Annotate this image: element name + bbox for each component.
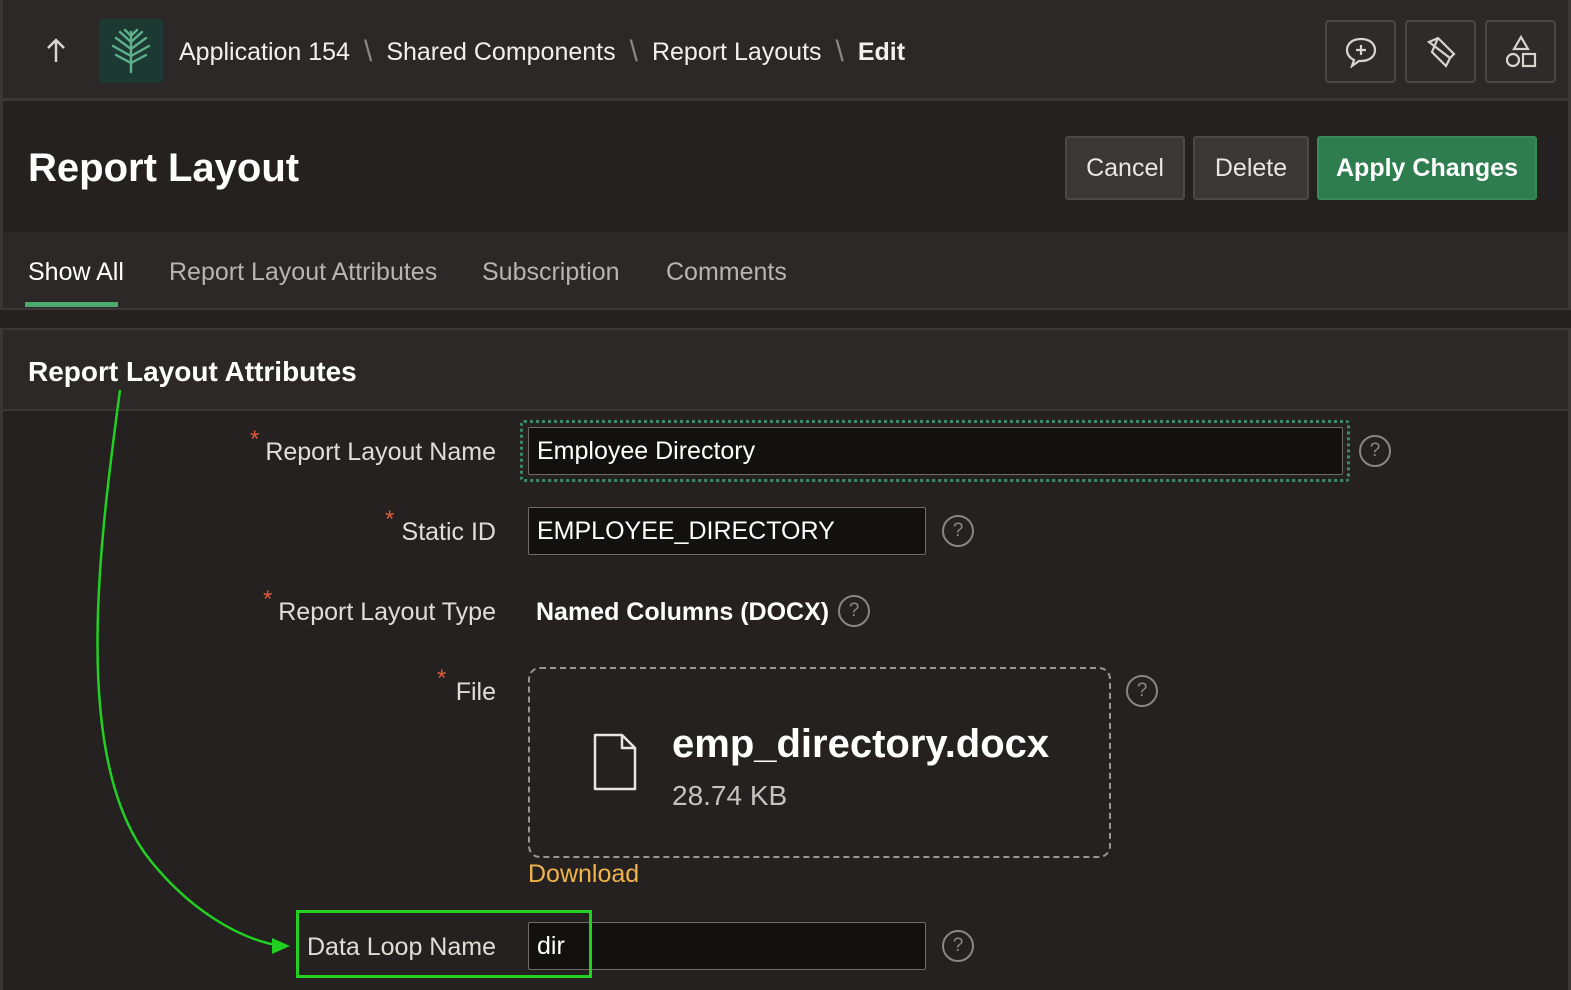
file-name: emp_directory.docx	[672, 722, 1050, 766]
breadcrumb: Application 154 \ Shared Components \ Re…	[179, 32, 905, 72]
download-link[interactable]: Download	[528, 860, 639, 889]
breadcrumb-current: Edit	[857, 37, 906, 66]
app-logo-icon[interactable]	[99, 19, 163, 83]
breadcrumb-report-layouts[interactable]: Report Layouts	[652, 38, 822, 67]
required-indicator: *	[437, 665, 447, 692]
apply-changes-button[interactable]: Apply Changes	[1317, 136, 1537, 200]
annotation-highlight-box	[296, 910, 592, 978]
report-layout-name-label: Report Layout Name	[265, 438, 496, 466]
help-icon[interactable]: ?	[942, 930, 974, 962]
file-label: File	[455, 678, 496, 706]
tab-show-all[interactable]: Show All	[28, 258, 124, 287]
help-icon[interactable]: ?	[1359, 435, 1391, 467]
report-layout-type-label: Report Layout Type	[278, 598, 496, 626]
active-tab-indicator	[25, 302, 118, 307]
navigate-up-icon[interactable]	[41, 36, 71, 66]
static-id-input[interactable]	[528, 507, 926, 555]
report-layout-type-value: Named Columns (DOCX)	[536, 598, 830, 626]
required-indicator: *	[263, 586, 273, 613]
help-icon[interactable]: ?	[1126, 675, 1158, 707]
region-title: Report Layout Attributes	[28, 356, 357, 387]
breadcrumb-shared-components[interactable]: Shared Components	[386, 38, 615, 67]
static-id-label: Static ID	[401, 518, 496, 546]
page-header: Report Layout Cancel Delete Apply Change…	[0, 101, 1571, 232]
tab-comments[interactable]: Comments	[666, 258, 787, 287]
delete-button[interactable]: Delete	[1193, 136, 1309, 200]
feedback-button[interactable]	[1325, 20, 1396, 83]
breadcrumb-separator: \	[629, 35, 638, 68]
developer-tools-button[interactable]	[1405, 20, 1476, 83]
report-layout-name-input[interactable]	[528, 427, 1343, 475]
breadcrumb-application[interactable]: Application 154	[179, 38, 350, 67]
developer-tools-icon	[1426, 36, 1456, 68]
help-icon[interactable]: ?	[838, 595, 870, 627]
required-indicator: *	[385, 506, 395, 533]
top-navigation-bar: Application 154 \ Shared Components \ Re…	[0, 0, 1571, 101]
tab-bar: Show All Report Layout Attributes Subscr…	[0, 232, 1571, 310]
breadcrumb-separator: \	[363, 35, 373, 68]
page-title: Report Layout	[28, 146, 300, 190]
region-header: Report Layout Attributes	[0, 328, 1571, 411]
cancel-button[interactable]: Cancel	[1065, 136, 1185, 200]
feedback-icon	[1345, 37, 1376, 68]
tab-subscription[interactable]: Subscription	[482, 258, 620, 287]
shapes-icon	[1505, 34, 1536, 67]
help-icon[interactable]: ?	[942, 515, 974, 547]
file-icon	[592, 733, 638, 796]
tab-report-layout-attributes[interactable]: Report Layout Attributes	[169, 258, 437, 287]
required-indicator: *	[250, 426, 260, 453]
shared-components-button[interactable]	[1485, 20, 1556, 83]
file-size: 28.74 KB	[672, 780, 788, 811]
breadcrumb-separator: \	[835, 35, 844, 68]
